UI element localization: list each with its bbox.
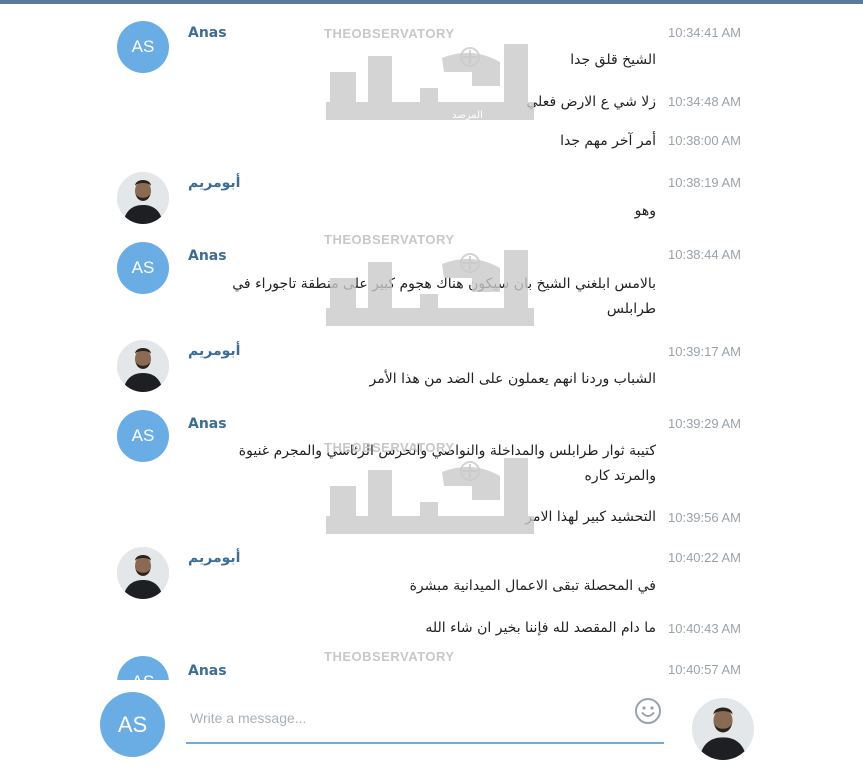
avatar[interactable] bbox=[117, 340, 169, 392]
message-text: التحشيد كبير لهذا الامر bbox=[525, 509, 656, 525]
avatar[interactable]: AS bbox=[117, 656, 169, 680]
message-text: زلا شي ع الارض فعلي bbox=[526, 94, 656, 110]
avatar[interactable]: AS bbox=[117, 410, 169, 462]
avatar-initials: AS bbox=[117, 711, 148, 737]
user-photo-icon bbox=[117, 172, 169, 224]
message-text: وهو bbox=[634, 203, 656, 219]
message-time: 10:39:17 AM bbox=[668, 344, 741, 359]
sender-name[interactable]: Anas bbox=[188, 24, 227, 42]
sender-name[interactable]: أبومريم bbox=[188, 342, 240, 360]
message-time: 10:34:48 AM bbox=[668, 94, 741, 109]
message-composer: AS bbox=[0, 680, 863, 770]
message-input[interactable] bbox=[186, 694, 664, 744]
message-time: 10:38:44 AM bbox=[668, 247, 741, 262]
message-time: 10:39:56 AM bbox=[668, 510, 741, 525]
watermark-brand: THEOBSERVATORY bbox=[324, 232, 455, 247]
sender-name[interactable]: أبومريم bbox=[188, 549, 240, 567]
message-time: 10:34:41 AM bbox=[668, 25, 741, 40]
smiley-icon[interactable] bbox=[633, 696, 663, 726]
message-time: 10:40:57 AM bbox=[668, 662, 741, 677]
message-time: 10:38:19 AM bbox=[668, 175, 741, 190]
sender-name[interactable]: أبومريم bbox=[188, 174, 240, 192]
avatar-initials: AS bbox=[131, 258, 155, 277]
user-photo-icon bbox=[117, 547, 169, 599]
message-time: 10:39:29 AM bbox=[668, 416, 741, 431]
sender-name[interactable]: Anas bbox=[188, 662, 227, 680]
watermark: THEOBSERVATORY bbox=[322, 649, 542, 680]
avatar-initials: AS bbox=[131, 37, 155, 56]
message-text: كتيبة ثوار طرابلس والمداخلة والنواصي وال… bbox=[238, 443, 656, 484]
message-time: 10:40:43 AM bbox=[668, 621, 741, 636]
message-time: 10:40:22 AM bbox=[668, 550, 741, 565]
sender-name[interactable]: Anas bbox=[188, 247, 227, 265]
message-text: في المحصلة تبقى الاعمال الميدانية مبشرة bbox=[409, 578, 656, 594]
watermark-brand: THEOBSERVATORY bbox=[324, 26, 455, 41]
message-text: أمر آخر مهم جدا bbox=[560, 133, 656, 149]
user-photo-icon bbox=[117, 340, 169, 392]
message-text: ما دام المقصد لله فإننا بخير ان شاء الله bbox=[425, 620, 656, 636]
user-photo-icon bbox=[692, 698, 754, 760]
message-time: 10:38:00 AM bbox=[668, 133, 741, 148]
message-text: بالامس ابلغني الشيخ بان سيكون هناك هجوم … bbox=[232, 276, 656, 317]
peer-avatar[interactable] bbox=[692, 698, 754, 760]
avatar[interactable] bbox=[117, 547, 169, 599]
watermark-brand: THEOBSERVATORY bbox=[324, 649, 455, 664]
avatar[interactable]: AS bbox=[117, 21, 169, 73]
message-text: الشيخ قلق جدا bbox=[570, 52, 656, 68]
message-history[interactable]: AS Anas 10:34:41 AM الشيخ قلق جدا 10:34:… bbox=[0, 4, 863, 680]
my-avatar[interactable]: AS bbox=[100, 692, 165, 757]
avatar[interactable]: AS bbox=[117, 242, 169, 294]
sender-name[interactable]: Anas bbox=[188, 415, 227, 433]
message-text: الشباب وردنا انهم يعملون على الضد من هذا… bbox=[369, 371, 656, 387]
avatar-initials: AS bbox=[132, 672, 155, 680]
avatar[interactable] bbox=[117, 172, 169, 224]
avatar-initials: AS bbox=[131, 426, 155, 445]
